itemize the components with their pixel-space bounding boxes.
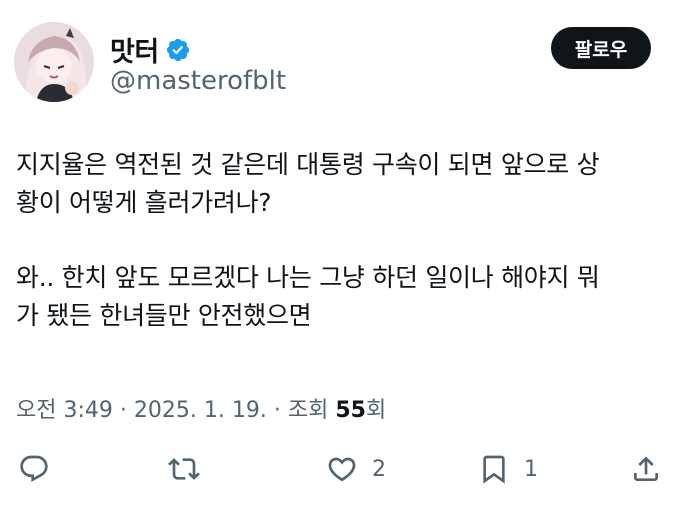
tweet-line: 황이 어떻게 흘러가려나? bbox=[16, 188, 272, 217]
reply-icon bbox=[20, 455, 48, 482]
retweet-button[interactable] bbox=[168, 448, 200, 490]
meta-separator: · bbox=[119, 398, 127, 423]
views-suffix: 회 bbox=[365, 398, 387, 423]
share-icon bbox=[634, 456, 658, 481]
avatar[interactable] bbox=[14, 22, 94, 102]
bookmark-button[interactable]: 1 bbox=[478, 448, 538, 490]
author-name-row: 맛터 bbox=[110, 30, 191, 69]
action-bar: 2 1 bbox=[0, 448, 680, 490]
display-name[interactable]: 맛터 bbox=[110, 30, 159, 69]
tweet-time[interactable]: 오전 3:49 bbox=[16, 398, 113, 423]
tweet-text: 지지율은 역전된 것 같은데 대통령 구속이 되면 앞으로 상 황이 어떻게 흘… bbox=[16, 146, 668, 335]
views-count: 55 bbox=[335, 398, 366, 423]
like-button[interactable]: 2 bbox=[326, 448, 386, 490]
bookmark-icon bbox=[483, 455, 505, 484]
heart-icon bbox=[328, 457, 356, 482]
tweet-line: 가 됐든 한녀들만 안전했으면 bbox=[16, 301, 312, 330]
author-handle[interactable]: @masterofblt bbox=[110, 66, 286, 96]
avatar-illustration bbox=[14, 22, 94, 102]
retweet-icon bbox=[168, 458, 200, 480]
views-prefix: 조회 bbox=[287, 398, 329, 423]
share-button[interactable] bbox=[630, 448, 662, 490]
follow-button[interactable]: 팔로우 bbox=[551, 27, 651, 69]
verified-badge-icon bbox=[165, 37, 191, 63]
like-count: 2 bbox=[372, 456, 386, 482]
meta-separator: · bbox=[273, 398, 281, 423]
reply-button[interactable] bbox=[18, 448, 50, 490]
tweet-date[interactable]: 2025. 1. 19. bbox=[134, 398, 267, 423]
bookmark-count: 1 bbox=[524, 456, 538, 482]
tweet-line: 지지율은 역전된 것 같은데 대통령 구속이 되면 앞으로 상 bbox=[16, 150, 600, 179]
tweet-meta: 오전 3:49 · 2025. 1. 19. · 조회 55회 bbox=[16, 392, 386, 424]
tweet-line: 와.. 한치 앞도 모르겠다 나는 그냥 하던 일이나 해야지 뭐 bbox=[16, 263, 600, 292]
